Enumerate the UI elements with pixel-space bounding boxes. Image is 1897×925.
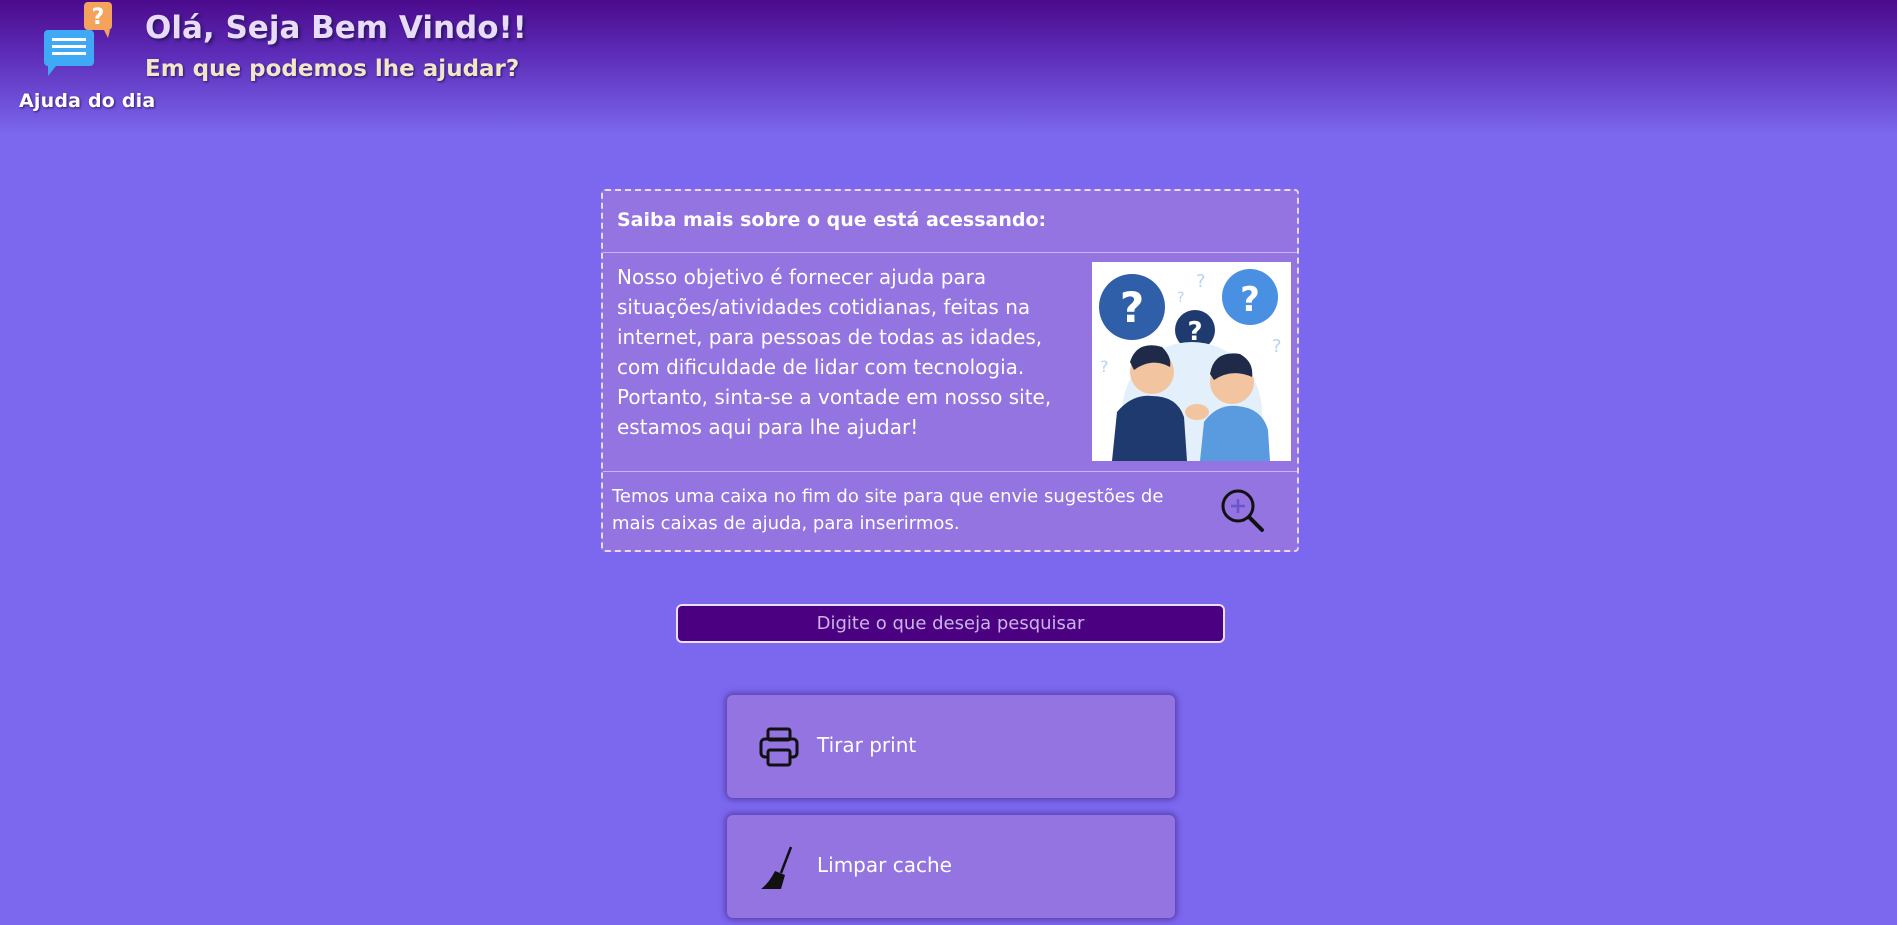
print-button-label: Tirar print: [817, 733, 917, 757]
divider: [603, 252, 1297, 253]
logo-caption: Ajuda do dia: [19, 90, 156, 112]
zoom-in-icon[interactable]: [1219, 487, 1265, 533]
svg-text:?: ?: [1120, 283, 1144, 332]
svg-text:?: ?: [1272, 336, 1282, 357]
search-input[interactable]: Digite o que deseja pesquisar: [676, 604, 1225, 643]
svg-text:?: ?: [92, 5, 105, 30]
info-box: Saiba mais sobre o que está acessando: N…: [601, 189, 1299, 552]
svg-text:?: ?: [1240, 280, 1260, 320]
info-heading: Saiba mais sobre o que está acessando:: [617, 209, 1047, 231]
svg-text:?: ?: [1196, 271, 1206, 292]
chat-help-logo-icon[interactable]: ?: [38, 0, 118, 80]
clear-cache-button[interactable]: Limpar cache: [727, 815, 1175, 918]
info-body: Nosso objetivo é fornecer ajuda para sit…: [617, 265, 1052, 439]
svg-text:?: ?: [1100, 357, 1109, 376]
page-title: Olá, Seja Bem Vindo!!: [145, 10, 527, 46]
printer-icon: [759, 727, 799, 767]
page-subtitle: Em que podemos lhe ajudar?: [145, 56, 520, 82]
divider: [603, 471, 1297, 472]
people-question-illustration: ? ? ? ? ? ? ?: [1092, 262, 1291, 461]
print-button[interactable]: Tirar print: [727, 695, 1175, 798]
clear-cache-button-label: Limpar cache: [817, 853, 952, 877]
broom-icon: [761, 846, 793, 889]
info-footer: Temos uma caixa no fim do site para que …: [612, 486, 1164, 534]
svg-text:?: ?: [1177, 290, 1184, 306]
